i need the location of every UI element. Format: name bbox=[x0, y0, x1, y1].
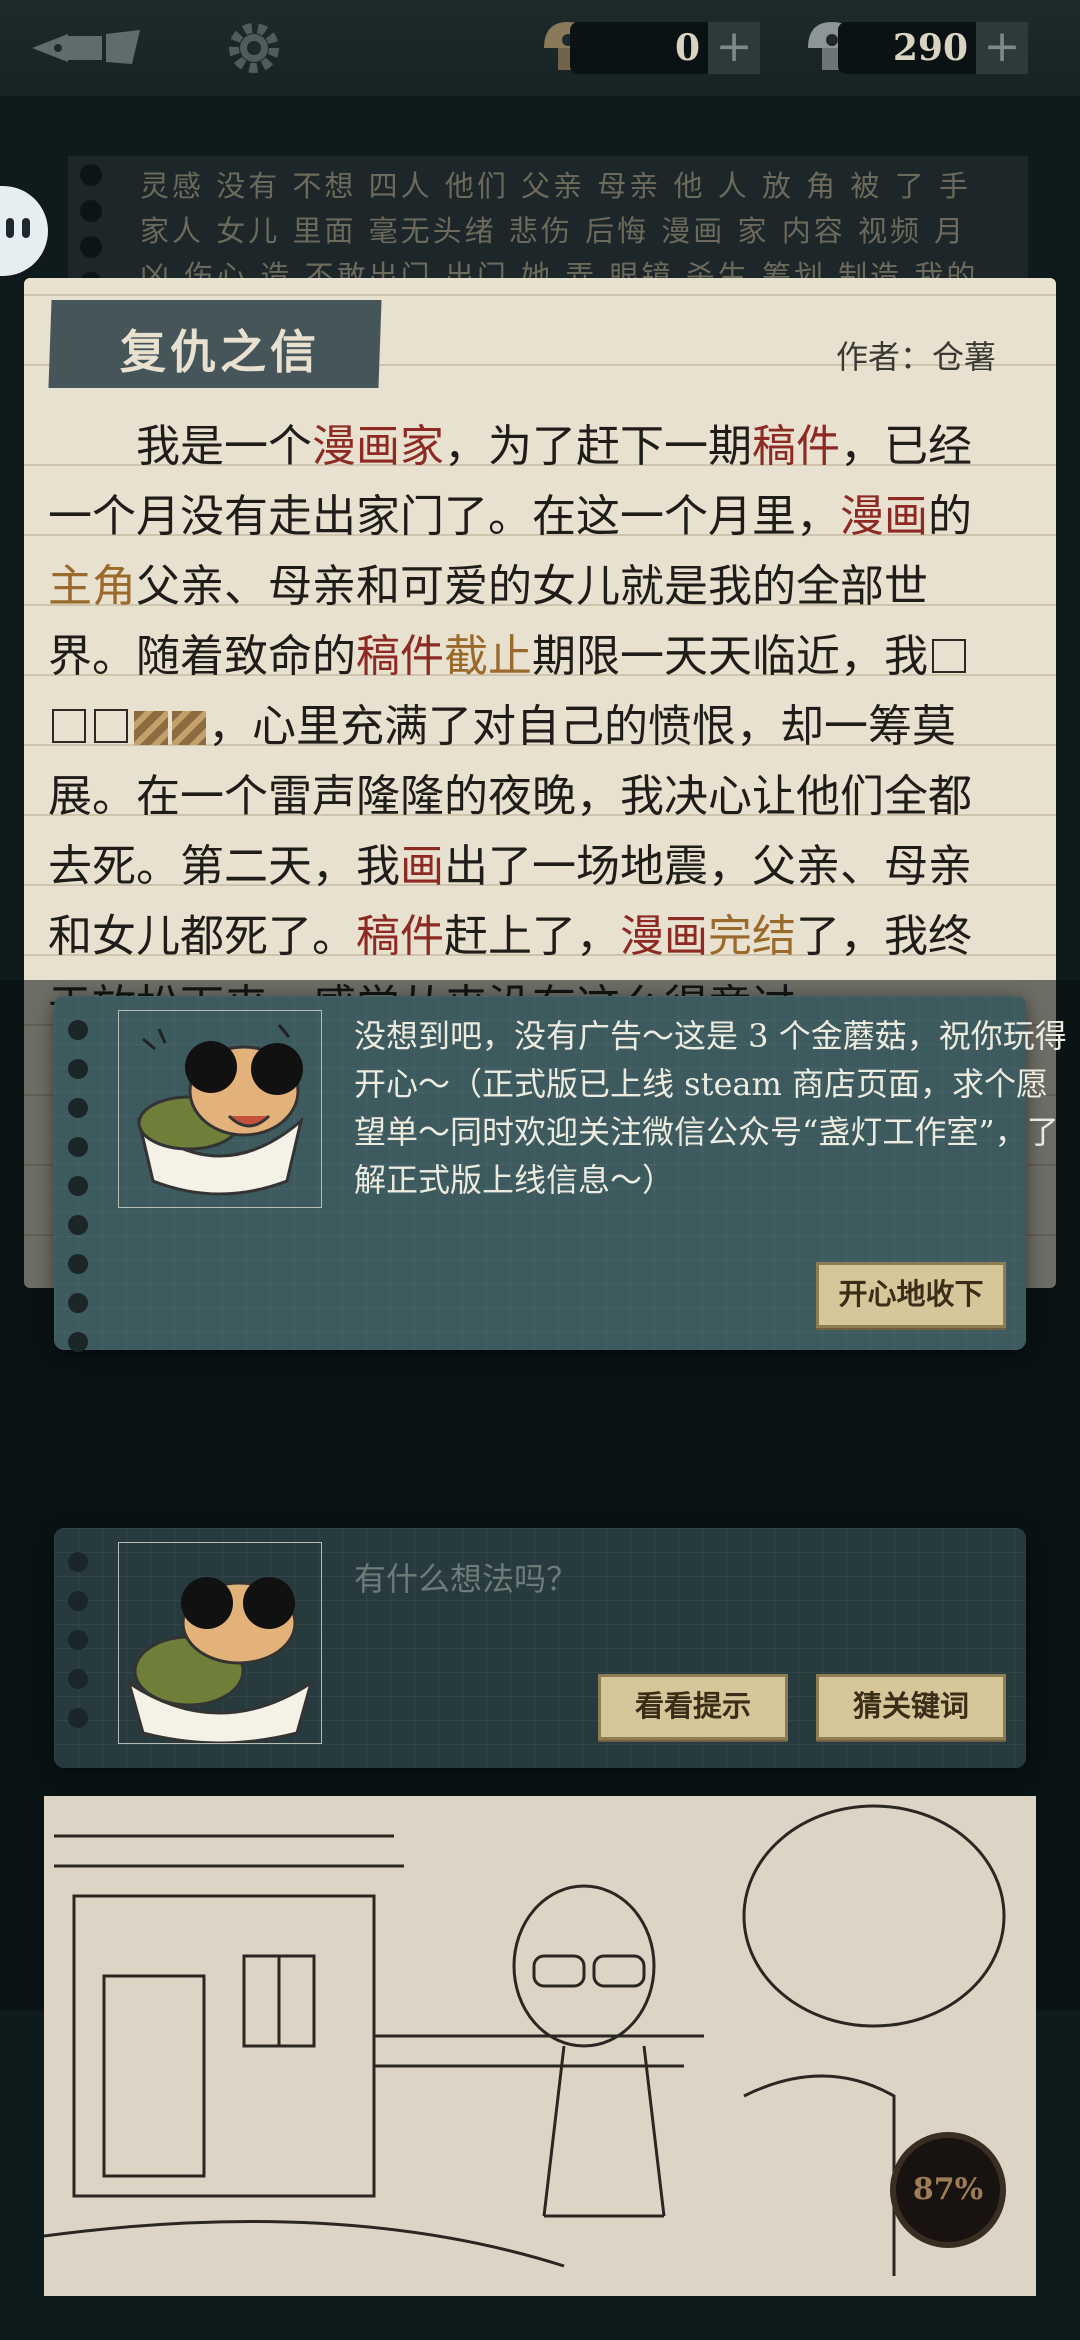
gold-mushroom-count: 0 bbox=[674, 27, 700, 69]
guess-panel: 有什么想法吗？ 看看提示 猜关键词 bbox=[54, 1528, 1026, 1768]
add-gold-mushroom-button[interactable]: + bbox=[708, 22, 760, 74]
top-bar: 0 + 290 + bbox=[0, 0, 1080, 96]
idea-input[interactable]: 有什么想法吗？ bbox=[354, 1554, 578, 1600]
hidden-char-box bbox=[94, 709, 128, 743]
turtle-mascot-icon bbox=[136, 1024, 304, 1196]
story-text: 我是一个漫画家，为了赶下一期稿件，已经一个月没有走出家门了。在这一个月里，漫画的… bbox=[48, 421, 972, 1032]
panel-holes bbox=[68, 1552, 92, 1747]
story-illustration bbox=[43, 1796, 1036, 2296]
keyword: 稿件 bbox=[356, 911, 444, 962]
keyword: 主角 bbox=[48, 561, 136, 612]
keyword: 截止 bbox=[444, 631, 532, 682]
dialog-holes bbox=[68, 1020, 92, 1371]
reward-dialog: 没想到吧，没有广告～这是 3 个金蘑菇，祝你玩得开心～（正式版已上线 steam… bbox=[54, 996, 1067, 1352]
keyword: 稿件 bbox=[752, 421, 840, 472]
gold-mushroom-counter: 0 + bbox=[570, 22, 760, 74]
story-title: 复仇之信 bbox=[120, 325, 320, 379]
hidden-char-box bbox=[932, 639, 966, 673]
turtle-mascot-portrait bbox=[118, 1010, 322, 1208]
gear-icon[interactable] bbox=[222, 16, 286, 80]
silver-mushroom-counter: 290 + bbox=[838, 22, 1028, 74]
show-hint-button[interactable]: 看看提示 bbox=[598, 1674, 788, 1740]
pen-icon[interactable] bbox=[28, 22, 148, 74]
turtle-mascot-icon bbox=[126, 1577, 314, 1745]
accept-reward-button[interactable]: 开心地收下 bbox=[816, 1262, 1006, 1328]
keyword: 完结 bbox=[708, 911, 796, 962]
assistant-bubble-icon[interactable] bbox=[0, 186, 48, 276]
turtle-mascot-portrait bbox=[118, 1542, 322, 1745]
keyword: 漫画家 bbox=[312, 421, 444, 472]
progress-ring: 87% bbox=[890, 2132, 1006, 2248]
keyword: 稿件 bbox=[356, 631, 444, 682]
add-silver-mushroom-button[interactable]: + bbox=[976, 22, 1028, 74]
partial-char-box bbox=[134, 711, 168, 745]
guess-keyword-button[interactable]: 猜关键词 bbox=[816, 1674, 1006, 1740]
keyword: 漫画 bbox=[840, 491, 928, 542]
silver-mushroom-count: 290 bbox=[892, 27, 968, 69]
partial-char-box bbox=[172, 711, 206, 745]
hidden-char-box bbox=[52, 709, 86, 743]
sketch-scene-illustration bbox=[43, 1804, 1006, 2276]
story-author: 作者：仓薯 bbox=[835, 338, 996, 376]
keyword: 漫画 bbox=[620, 911, 708, 962]
reward-message: 没想到吧，没有广告～这是 3 个金蘑菇，祝你玩得开心～（正式版已上线 steam… bbox=[354, 1017, 1067, 1199]
keyword: 画 bbox=[400, 841, 444, 892]
